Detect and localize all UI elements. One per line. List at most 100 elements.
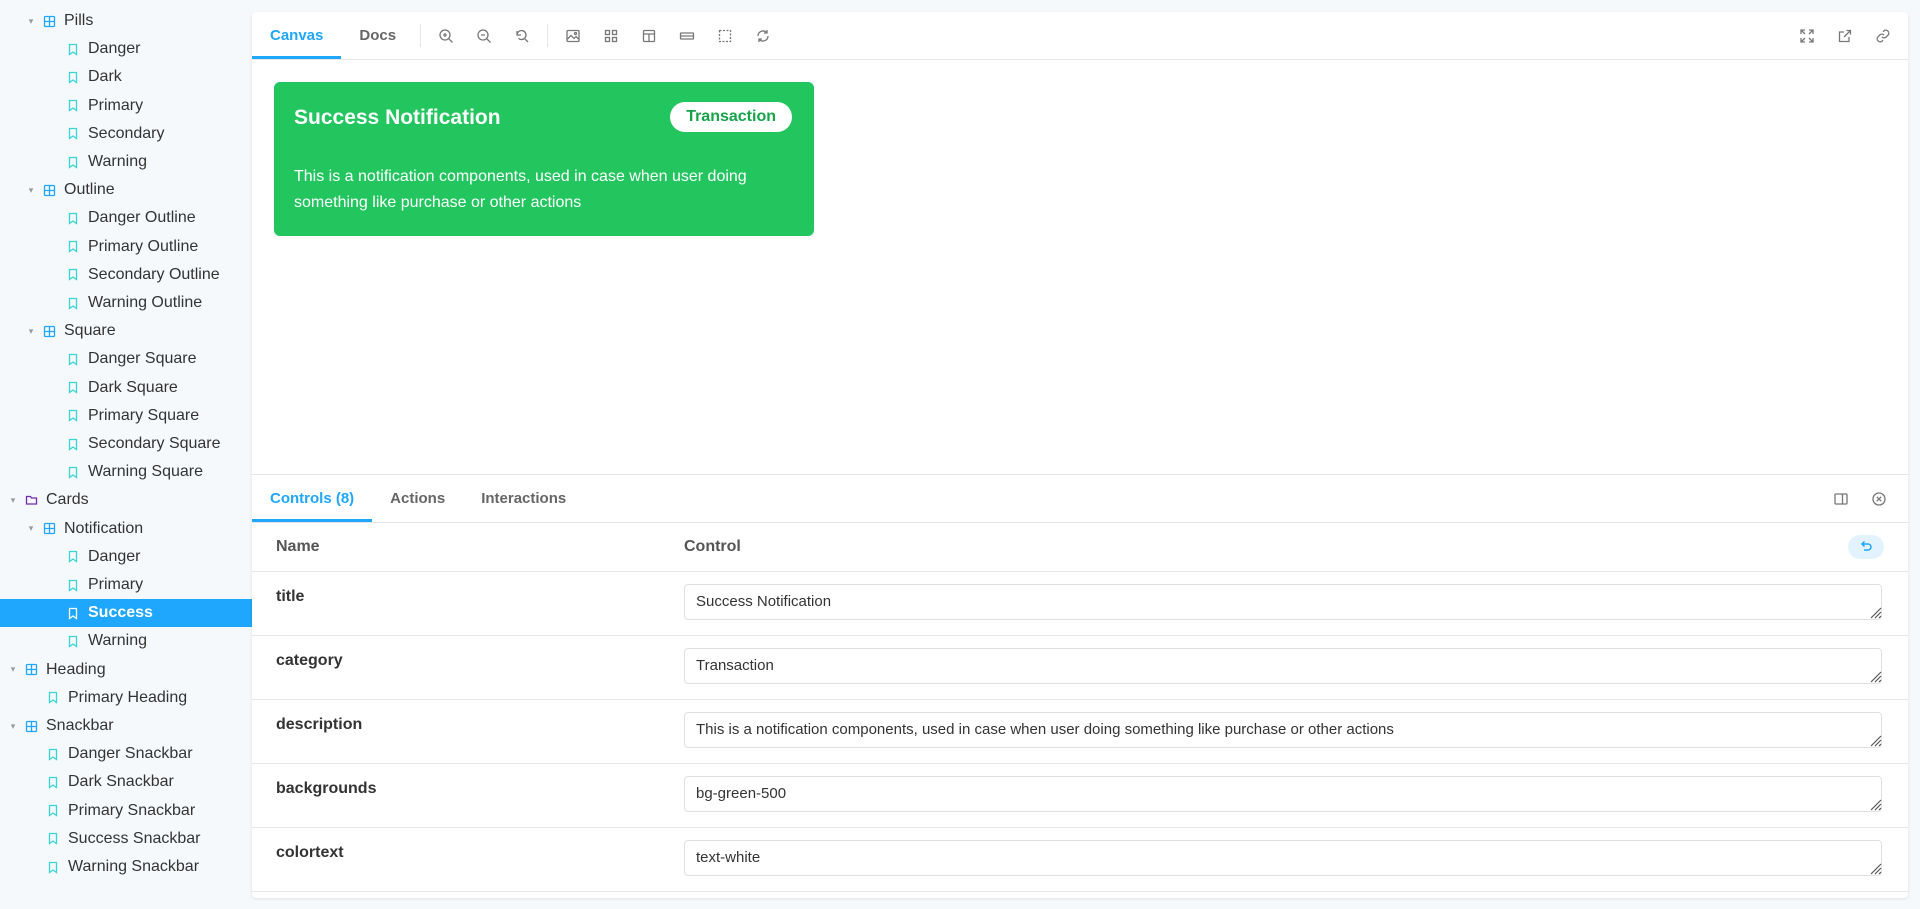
main-panel: Canvas Docs Success Notification Transac…	[252, 12, 1908, 898]
remount-icon[interactable]	[744, 12, 782, 59]
sidebar-item[interactable]: Primary Heading	[0, 684, 252, 712]
sidebar-item[interactable]: Danger	[0, 543, 252, 571]
toolbar-right-actions	[1788, 12, 1902, 59]
control-input[interactable]: Success Notification	[684, 584, 1882, 620]
control-name: backgrounds	[276, 780, 377, 797]
sidebar-item[interactable]: ▾ Square	[0, 317, 252, 345]
sidebar-item[interactable]: Danger Outline	[0, 204, 252, 232]
chevron-down-icon: ▾	[10, 664, 16, 675]
tab-actions[interactable]: Actions	[372, 475, 463, 522]
zoom-in-icon[interactable]	[427, 12, 465, 59]
zoom-out-icon[interactable]	[465, 12, 503, 59]
sidebar-item[interactable]: ▾ Outline	[0, 176, 252, 204]
sidebar-item[interactable]: Primary Square	[0, 402, 252, 430]
notification-title: Success Notification	[294, 106, 501, 129]
fullscreen-icon[interactable]	[1788, 12, 1826, 59]
sidebar-item[interactable]: Secondary Square	[0, 430, 252, 458]
sidebar-item[interactable]: Primary Outline	[0, 233, 252, 261]
sidebar-item-label: Danger	[88, 547, 141, 565]
sidebar-item-label: Primary Snackbar	[68, 801, 196, 819]
sidebar-item-label: Warning Outline	[88, 294, 203, 311]
toolbar: Canvas Docs	[252, 12, 1908, 60]
sidebar-item[interactable]: ▾ Pills	[0, 7, 252, 35]
tab-docs[interactable]: Docs	[341, 12, 414, 59]
bookmark-icon	[44, 830, 62, 848]
control-input[interactable]: This is a notification components, used …	[684, 712, 1882, 748]
sidebar-item[interactable]: Danger Square	[0, 345, 252, 373]
close-panel-icon[interactable]	[1860, 475, 1898, 522]
sidebar-item-label: Secondary Outline	[88, 265, 220, 283]
sidebar-item-label: Square	[64, 322, 116, 340]
sidebar-item-label: Primary Heading	[68, 688, 188, 706]
sidebar-item[interactable]: Danger	[0, 35, 252, 63]
reset-controls-button[interactable]	[1848, 535, 1884, 559]
sidebar-item[interactable]: Dark	[0, 63, 252, 91]
sidebar-item[interactable]: Primary Snackbar	[0, 797, 252, 825]
sidebar-item[interactable]: Primary	[0, 571, 252, 599]
tab-controls[interactable]: Controls (8)	[252, 475, 373, 522]
bookmark-icon	[64, 576, 82, 594]
sidebar-item-label: Dark Snackbar	[68, 773, 174, 791]
sidebar-item[interactable]: ▾ Notification	[0, 515, 252, 543]
sidebar-item[interactable]: Danger Snackbar	[0, 740, 252, 768]
measure-icon[interactable]	[668, 12, 706, 59]
sidebar-item[interactable]: Warning Square	[0, 458, 252, 486]
control-name: description	[276, 716, 363, 733]
sidebar-item-label: Primary	[88, 576, 144, 593]
sidebar-item[interactable]: Primary	[0, 92, 252, 120]
sidebar-item[interactable]: Success	[0, 599, 252, 628]
sidebar-item[interactable]: Warning	[0, 627, 252, 655]
sidebar-item-label: Outline	[64, 181, 115, 199]
sidebar-item[interactable]: Secondary Outline	[0, 261, 252, 289]
panel-orientation-icon[interactable]	[1822, 475, 1860, 522]
bookmark-icon	[44, 858, 62, 876]
control-input[interactable]: Transaction	[684, 648, 1882, 684]
folder-icon	[22, 491, 40, 509]
bookmark-icon	[64, 548, 82, 566]
control-input[interactable]: bg-green-500	[684, 776, 1882, 812]
viewport-icon[interactable]	[630, 12, 668, 59]
control-row: category Transaction	[252, 636, 1908, 700]
sidebar-item-label: Cards	[46, 491, 89, 509]
outline-icon[interactable]	[706, 12, 744, 59]
sidebar-item-label: Primary	[88, 96, 144, 114]
sidebar: ▾ Pills Danger Dark Primary Secondary Warning ▾…	[0, 0, 252, 909]
bookmark-icon	[44, 689, 62, 707]
sidebar-item-label: Heading	[46, 660, 106, 678]
zoom-reset-icon[interactable]	[503, 12, 541, 59]
sidebar-item[interactable]: Warning Outline	[0, 289, 252, 317]
bookmark-icon	[64, 463, 82, 481]
sidebar-item[interactable]: Dark Square	[0, 374, 252, 402]
bookmark-icon	[64, 68, 82, 86]
addons-panel: Controls (8) Actions Interactions Name C…	[252, 474, 1908, 898]
sidebar-item-label: Danger Square	[88, 350, 197, 368]
sidebar-item-label: Dark	[88, 68, 122, 86]
sidebar-item-label: Dark Square	[88, 378, 178, 396]
chevron-down-icon: ▾	[28, 15, 34, 26]
background-icon[interactable]	[554, 12, 592, 59]
sidebar-item[interactable]: ▾ Heading	[0, 656, 252, 684]
tab-canvas[interactable]: Canvas	[252, 12, 342, 59]
sidebar-item[interactable]: ▾ Snackbar	[0, 712, 252, 740]
sidebar-item-label: Danger Snackbar	[68, 745, 193, 763]
tab-interactions[interactable]: Interactions	[463, 475, 584, 522]
sidebar-item[interactable]: Warning	[0, 148, 252, 176]
sidebar-item[interactable]: Secondary	[0, 120, 252, 148]
bookmark-icon	[64, 435, 82, 453]
sidebar-item-label: Warning Snackbar	[68, 858, 200, 875]
sidebar-item[interactable]: ▾ Cards	[0, 486, 252, 514]
sidebar-item-label: Secondary Square	[88, 435, 221, 452]
sidebar-item[interactable]: Warning Snackbar	[0, 853, 252, 881]
component-icon	[40, 322, 58, 340]
sidebar-item[interactable]: Dark Snackbar	[0, 768, 252, 796]
open-new-tab-icon[interactable]	[1826, 12, 1864, 59]
sidebar-item[interactable]: Success Snackbar	[0, 825, 252, 853]
grid-icon[interactable]	[592, 12, 630, 59]
copy-link-icon[interactable]	[1864, 12, 1902, 59]
component-icon	[22, 717, 40, 735]
sidebar-item-label: Success	[88, 604, 153, 622]
bookmark-icon	[64, 632, 82, 650]
sidebar-item-label: Pills	[64, 12, 94, 29]
bookmark-icon	[64, 266, 82, 284]
control-input[interactable]: text-white	[684, 840, 1882, 876]
